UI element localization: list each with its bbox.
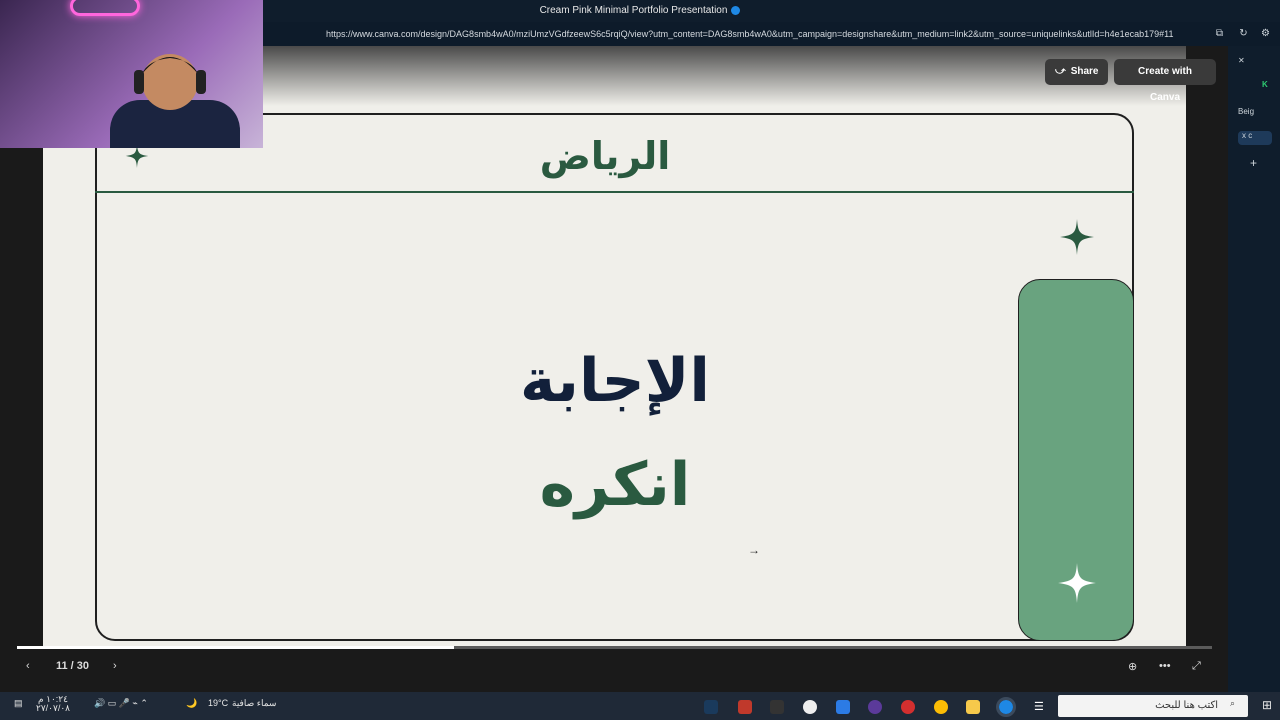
prev-slide-button[interactable]: ‹	[26, 660, 30, 672]
tray-icons[interactable]: 🔊 ▭ 🎤 ⌁ ⌃	[94, 698, 148, 709]
zoom-icon[interactable]: ⊕	[1128, 660, 1137, 673]
app-icon[interactable]	[738, 700, 752, 714]
k-icon[interactable]: K	[1262, 80, 1280, 94]
record-app-icon[interactable]	[901, 700, 915, 714]
sidebar-tab-1[interactable]: Beig	[1238, 107, 1272, 121]
slide-progress-bar[interactable]	[17, 646, 1212, 649]
task-view-icon[interactable]: ☰	[1034, 700, 1048, 714]
fullscreen-icon[interactable]: ⤢	[1192, 660, 1201, 673]
temperature[interactable]: 19°C	[208, 698, 228, 708]
add-tab-icon[interactable]: +	[1250, 156, 1280, 170]
create-with-canva-button[interactable]: Create with Canva	[1114, 59, 1216, 103]
search-icon: ⌕	[1230, 698, 1236, 708]
sidebar-tab-2[interactable]: x c	[1238, 131, 1272, 145]
window-title: Cream Pink Minimal Portfolio Presentatio…	[539, 5, 728, 16]
page-indicator: 11 / 30	[56, 660, 90, 672]
window-app-icon[interactable]	[836, 700, 850, 714]
answer-label: الإجابة	[520, 346, 710, 416]
settings-icon[interactable]: ⚙	[1260, 28, 1271, 39]
webcam-overlay	[0, 0, 263, 148]
slide-progress-fill	[17, 646, 455, 649]
epic-games-icon[interactable]	[770, 700, 784, 714]
weather-text[interactable]: سماء صافية	[232, 698, 276, 709]
sparkle-icon	[1058, 563, 1096, 603]
search-box[interactable]: اكتب هنا للبحث	[1058, 695, 1248, 717]
pin-icon[interactable]: ✕	[1238, 56, 1272, 70]
share-button[interactable]: ⤻ Share	[1045, 59, 1108, 85]
more-options-icon[interactable]: •••	[1159, 660, 1171, 672]
edge-taskbar-icon[interactable]	[996, 697, 1016, 717]
weather-icon[interactable]: 🌙	[186, 698, 197, 709]
copy-icon[interactable]: ⧉	[1214, 28, 1225, 39]
clock[interactable]: ١٠:٢٤ م ٢٧/٠٧/٠٨	[36, 695, 70, 713]
mouse-cursor-icon: →	[748, 543, 760, 557]
windows-start-icon[interactable]: ⊞	[1262, 698, 1272, 712]
streamer-avatar	[110, 54, 240, 148]
circle-app-icon[interactable]	[803, 700, 817, 714]
neon-sign	[70, 0, 140, 16]
discord-icon[interactable]	[868, 700, 882, 714]
chrome-icon[interactable]	[934, 700, 948, 714]
next-slide-button[interactable]: ›	[113, 660, 117, 672]
share-label: Share	[1070, 66, 1099, 77]
notification-icon[interactable]: ▤	[14, 698, 23, 709]
share-icon: ⤻	[1055, 66, 1066, 77]
sparkle-icon	[1060, 219, 1094, 255]
slide-title: الرياض	[539, 134, 671, 178]
answer-text: انكره	[539, 450, 691, 520]
file-explorer-icon[interactable]	[966, 700, 980, 714]
steam-icon[interactable]	[704, 700, 718, 714]
search-placeholder: اكتب هنا للبحث	[1155, 700, 1218, 711]
header-divider	[95, 191, 1134, 193]
edge-icon	[731, 5, 741, 15]
clock-date: ٢٧/٠٧/٠٨	[36, 703, 71, 713]
url-text[interactable]: https://www.canva.com/design/DAG8smb4wA0…	[326, 22, 1174, 46]
refresh-icon[interactable]: ↻	[1238, 28, 1249, 39]
